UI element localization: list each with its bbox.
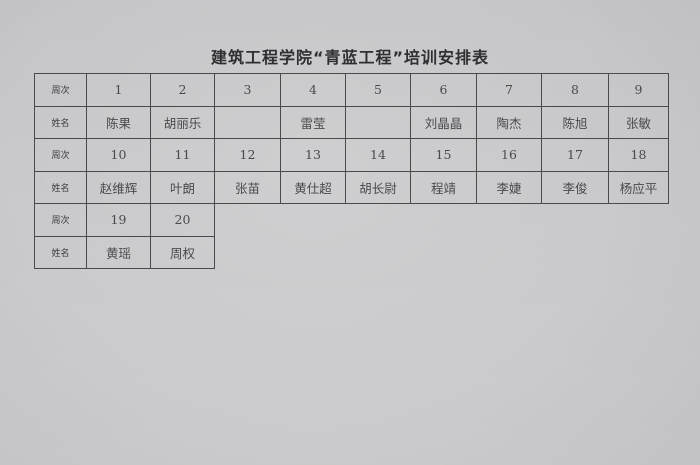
name-cell: 周权 <box>150 235 215 269</box>
blank-area <box>215 204 669 237</box>
week-cell: 8 <box>541 73 609 107</box>
week-cell: 6 <box>410 73 477 107</box>
name-cell: 胡丽乐 <box>150 105 215 139</box>
name-cell: 陈旭 <box>541 105 609 139</box>
name-cell: 叶朗 <box>150 170 215 204</box>
week-cell: 7 <box>476 73 542 107</box>
name-row-2: 姓名 赵维辉 叶朗 张苗 黄仕超 胡长尉 程靖 李婕 李俊 杨应平 <box>34 170 669 204</box>
name-cell: 黄仕超 <box>280 170 346 204</box>
name-cell: 雷莹 <box>280 105 346 139</box>
name-row-3: 姓名 黄瑶 周权 <box>34 235 669 269</box>
week-cell: 1 <box>86 73 151 107</box>
week-cell: 3 <box>214 73 281 107</box>
name-row-1: 姓名 陈果 胡丽乐 雷莹 刘晶晶 陶杰 陈旭 张敏 <box>34 105 669 139</box>
week-cell: 10 <box>86 138 151 172</box>
name-label: 姓名 <box>34 170 87 204</box>
name-cell: 张敏 <box>608 105 669 139</box>
name-cell: 杨应平 <box>608 170 669 204</box>
name-cell: 李婕 <box>476 170 542 204</box>
name-cell: 李俊 <box>541 170 609 204</box>
name-cell: 胡长尉 <box>345 170 411 204</box>
week-label: 周次 <box>34 73 87 107</box>
name-cell: 黄瑶 <box>86 235 151 269</box>
week-row-1: 周次 1 2 3 4 5 6 7 8 9 <box>34 73 669 107</box>
name-label: 姓名 <box>34 105 87 139</box>
week-row-3: 周次 19 20 <box>34 203 669 237</box>
name-cell: 张苗 <box>214 170 281 204</box>
week-cell: 16 <box>476 138 542 172</box>
week-cell: 18 <box>608 138 669 172</box>
week-cell: 11 <box>150 138 215 172</box>
blank-area <box>215 236 669 269</box>
week-cell: 15 <box>410 138 477 172</box>
document-title: 建筑工程学院“青蓝工程”培训安排表 <box>210 48 490 67</box>
week-row-2: 周次 10 11 12 13 14 15 16 17 18 <box>34 138 669 172</box>
week-cell: 9 <box>608 73 669 107</box>
training-schedule-table: 周次 1 2 3 4 5 6 7 8 9 姓名 陈果 胡丽乐 雷莹 刘晶晶 陶杰… <box>34 73 669 269</box>
name-cell <box>345 105 411 139</box>
name-cell: 刘晶晶 <box>410 105 477 139</box>
week-cell: 5 <box>345 73 411 107</box>
week-cell: 4 <box>280 73 346 107</box>
name-cell: 程靖 <box>410 170 477 204</box>
name-label: 姓名 <box>34 235 87 269</box>
week-cell: 13 <box>280 138 346 172</box>
week-cell: 14 <box>345 138 411 172</box>
name-cell: 陶杰 <box>476 105 542 139</box>
week-cell: 20 <box>150 203 215 237</box>
name-cell: 陈果 <box>86 105 151 139</box>
week-cell: 19 <box>86 203 151 237</box>
name-cell <box>214 105 281 139</box>
name-cell: 赵维辉 <box>86 170 151 204</box>
week-label: 周次 <box>34 138 87 172</box>
week-cell: 17 <box>541 138 609 172</box>
week-cell: 12 <box>214 138 281 172</box>
week-label: 周次 <box>34 203 87 237</box>
week-cell: 2 <box>150 73 215 107</box>
